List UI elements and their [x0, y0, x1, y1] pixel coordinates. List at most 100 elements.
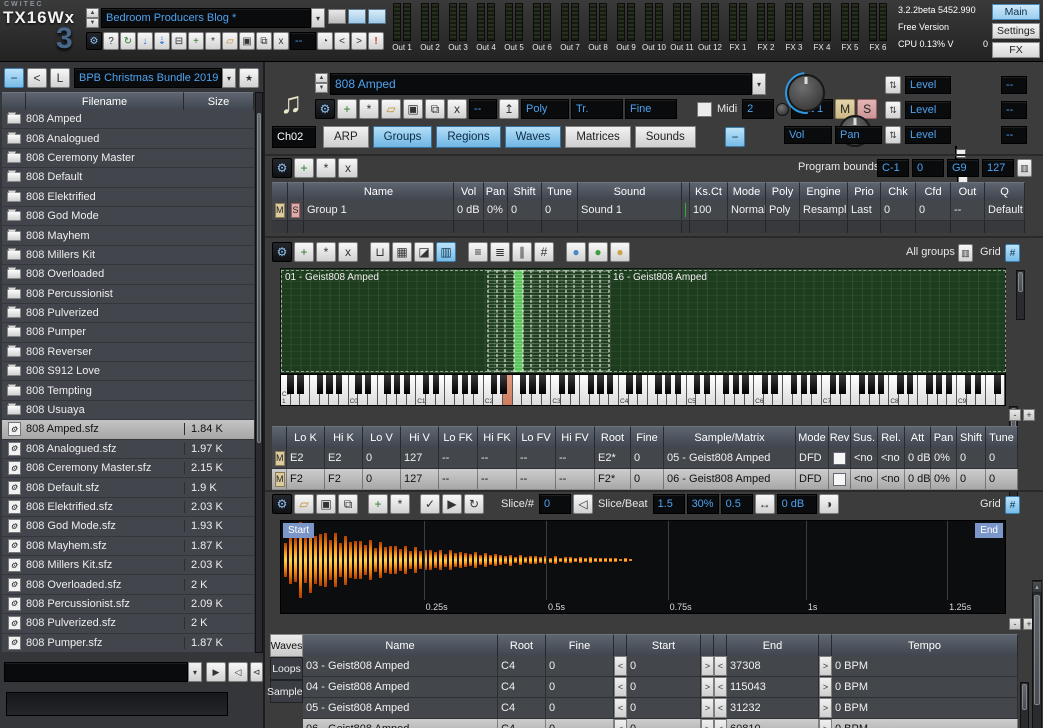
map-pitch-icon[interactable]: ●: [566, 242, 586, 262]
wave-open-icon[interactable]: ▱: [294, 494, 314, 514]
black-key[interactable]: [829, 375, 836, 394]
refresh-icon[interactable]: ↻: [120, 32, 136, 50]
region-strip[interactable]: [496, 270, 506, 372]
black-key[interactable]: [694, 375, 701, 394]
spin-up-icon[interactable]: ▲: [315, 73, 328, 83]
column-header[interactable]: Tempo: [832, 634, 1018, 656]
black-key[interactable]: [771, 375, 778, 394]
filename-column-header[interactable]: Filename: [26, 92, 184, 110]
import-icon[interactable]: ↓: [137, 32, 153, 50]
region-strip[interactable]: [574, 270, 584, 372]
black-key[interactable]: [403, 375, 411, 394]
wave-copy-icon[interactable]: ⧉: [338, 494, 358, 514]
bank-spinner[interactable]: ▲ ▼: [86, 8, 99, 28]
column-header[interactable]: Root: [595, 426, 631, 448]
list-item[interactable]: ⚙ 808 Default.sfz 1.9 K: [2, 478, 254, 498]
step-down-button[interactable]: <: [614, 698, 627, 718]
fine-tune-field[interactable]: Fine: [625, 99, 677, 119]
list-item[interactable]: 808 Tempting: [2, 381, 254, 401]
group-solo-button[interactable]: S: [291, 202, 300, 218]
black-key[interactable]: [500, 375, 507, 394]
column-header[interactable]: Hi FV: [556, 426, 595, 448]
list-item[interactable]: 808 Overloaded: [2, 265, 254, 285]
vol-field[interactable]: Vol: [784, 126, 832, 144]
column-header[interactable]: Hi V: [401, 426, 439, 448]
program-volume-knob[interactable]: [787, 74, 825, 112]
column-header[interactable]: Sample/Matrix: [664, 426, 796, 448]
sidebar-back-button[interactable]: <: [27, 68, 47, 88]
list-item[interactable]: ⚙ 808 Ceremony Master.sfz 2.15 K: [2, 459, 254, 479]
list-item[interactable]: ⚙ 808 Mayhem.sfz 1.87 K: [2, 536, 254, 556]
region-block[interactable]: 16 - Geist808 Amped: [609, 270, 1006, 372]
nav-settings-button[interactable]: Settings: [992, 23, 1040, 39]
black-key[interactable]: [945, 375, 953, 394]
list-item[interactable]: 808 Pulverized: [2, 303, 254, 324]
import-merge-icon[interactable]: ⇣: [154, 32, 170, 50]
list-item[interactable]: 808 Usuaya: [2, 400, 254, 421]
black-key[interactable]: [597, 375, 604, 394]
black-key[interactable]: [626, 375, 633, 394]
list-item[interactable]: 808 Mayhem: [2, 226, 254, 246]
column-header[interactable]: Ks.Ct: [690, 182, 728, 200]
reverse-checkbox[interactable]: [833, 472, 846, 486]
group-gear-icon[interactable]: ⚙: [272, 158, 292, 178]
column-header[interactable]: [701, 634, 714, 656]
wave-start-marker[interactable]: Start: [283, 523, 315, 538]
wave-new-icon[interactable]: *: [390, 494, 410, 514]
black-key[interactable]: [655, 375, 662, 394]
channel-field[interactable]: Ch02: [272, 126, 316, 148]
black-key[interactable]: [926, 375, 933, 394]
zoom-out-icon[interactable]: -: [1009, 409, 1021, 421]
step-up-button[interactable]: >: [819, 698, 832, 718]
tab-arp[interactable]: ARP: [323, 126, 369, 148]
black-key[interactable]: [452, 375, 459, 394]
black-key[interactable]: [635, 375, 643, 394]
column-header[interactable]: [614, 634, 627, 656]
region-map[interactable]: 01 - Geist808 Amped 16 - Geist808 Amped: [280, 268, 1006, 374]
step-up-button[interactable]: >: [819, 719, 832, 728]
fade-tool-icon[interactable]: ◪: [414, 242, 434, 262]
column-header[interactable]: Pan: [484, 182, 508, 200]
preview-dropdown-icon[interactable]: [188, 662, 202, 682]
level-value-field[interactable]: --: [1001, 126, 1027, 144]
pan-field[interactable]: Pan: [835, 126, 882, 144]
black-key[interactable]: [723, 375, 730, 394]
region-strip[interactable]: [488, 270, 497, 372]
column-header[interactable]: Chk: [881, 182, 916, 200]
tab-waves[interactable]: Waves: [504, 126, 562, 148]
program-name-field[interactable]: 808 Amped: [330, 73, 752, 95]
column-header[interactable]: Tune: [542, 182, 578, 200]
column-header[interactable]: Rev: [829, 426, 851, 448]
black-key[interactable]: [335, 375, 343, 394]
column-header[interactable]: Tune: [986, 426, 1018, 448]
region-gear-icon[interactable]: ⚙: [272, 242, 292, 262]
column-header[interactable]: Hi K: [325, 426, 363, 448]
region-strip[interactable]: [522, 270, 532, 372]
list-item[interactable]: 808 Amped: [2, 110, 254, 130]
column-header[interactable]: Fine: [631, 426, 664, 448]
region-mute-button[interactable]: M: [275, 471, 285, 487]
column-header[interactable]: Q: [985, 182, 1025, 200]
global-tune-field[interactable]: --: [290, 32, 316, 50]
performance-gear-icon[interactable]: ⚙: [86, 32, 102, 50]
level-source-icon[interactable]: ⇅: [885, 101, 901, 119]
black-key[interactable]: [432, 375, 440, 394]
step-down-button[interactable]: <: [714, 656, 727, 676]
list-item[interactable]: ⚙ 808 Percussionist.sfz 2.09 K: [2, 594, 254, 615]
column-header[interactable]: Lo V: [363, 426, 401, 448]
program-gear-icon[interactable]: ⚙: [315, 99, 335, 119]
slice-spread-icon[interactable]: ↔: [754, 494, 775, 514]
region-block[interactable]: 01 - Geist808 Amped: [281, 270, 488, 372]
midi-enable-checkbox[interactable]: [697, 101, 712, 117]
level-field[interactable]: Level: [905, 76, 951, 94]
list-item[interactable]: 808 Elektrified: [2, 187, 254, 207]
list-item[interactable]: ⚙ 808 Pulverized.sfz 2 K: [2, 614, 254, 634]
region-strip[interactable]: [539, 270, 549, 372]
black-key[interactable]: [364, 375, 372, 394]
black-key[interactable]: [355, 375, 362, 394]
black-key[interactable]: [326, 375, 333, 394]
prev-icon[interactable]: <: [334, 32, 350, 50]
wave-row[interactable]: 06 - Geist808 AmpedC40<0><60810>0 BPM: [303, 719, 1018, 728]
step-up-button[interactable]: >: [701, 677, 714, 697]
new-program-icon[interactable]: *: [359, 99, 379, 119]
